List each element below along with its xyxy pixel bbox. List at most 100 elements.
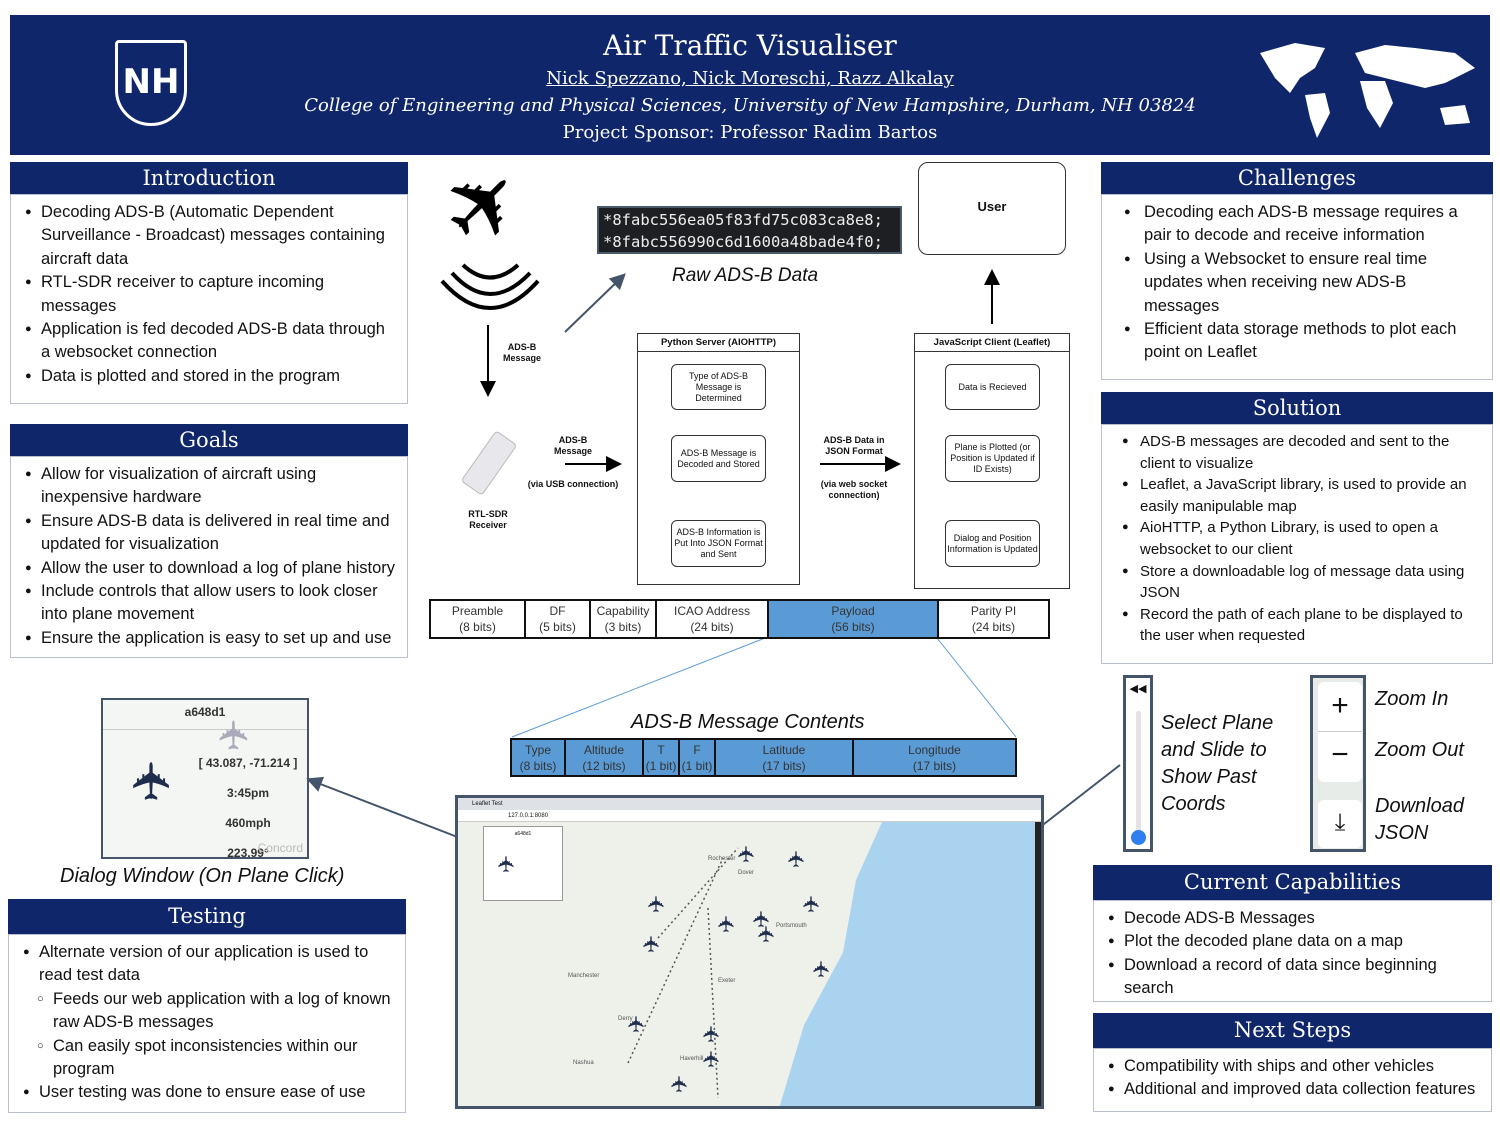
message-contents: Type (8 bits) Altitude (12 bits) T (1 bit) … bbox=[510, 738, 1017, 777]
content-field: F (1 bit) bbox=[680, 740, 716, 775]
frame-field: DF (5 bits) bbox=[526, 601, 591, 637]
content-field: T (1 bit) bbox=[644, 740, 680, 775]
download-json-button[interactable]: ⤓ bbox=[1318, 800, 1362, 848]
bullet: Decoding ADS-B (Automatic Dependent Surv… bbox=[25, 201, 397, 271]
dialog-coords: [ 43.087, -71.214 ] bbox=[198, 756, 298, 770]
bullet: Ensure ADS-B data is delivered in real t… bbox=[25, 510, 397, 557]
raw-caption: Raw ADS-B Data bbox=[672, 265, 819, 286]
user-box: User bbox=[918, 162, 1066, 255]
usb-label: ADS-B Message bbox=[553, 435, 593, 456]
signal-waves-icon bbox=[440, 263, 540, 310]
bullet: AioHTTP, a Python Library, is used to op… bbox=[1122, 517, 1482, 560]
map-label: Haverhill bbox=[680, 1056, 704, 1062]
usb-sub-label: (via USB connection) bbox=[527, 479, 619, 489]
download-caption: Download JSON bbox=[1375, 795, 1464, 844]
server-step: ADS-B Information is Put Into JSON Forma… bbox=[671, 520, 766, 567]
content-field: Type (8 bits) bbox=[512, 740, 566, 775]
frame-field: Capability (3 bits) bbox=[591, 601, 657, 637]
capabilities-body: Decode ADS-B Messages Plot the decoded p… bbox=[1093, 900, 1492, 1002]
server-title: Python Server (AIOHTTP) bbox=[638, 334, 799, 352]
zoom-in-button[interactable]: + bbox=[1318, 682, 1362, 732]
dialog-caption: Dialog Window (On Plane Click) bbox=[60, 865, 345, 887]
sub-bullet: Feeds our web application with a log of … bbox=[23, 988, 395, 1035]
bullet: ADS-B messages are decoded and sent to t… bbox=[1122, 431, 1482, 474]
client-step: Data is Recieved bbox=[945, 364, 1040, 410]
frame-field: ICAO Address (24 bits) bbox=[657, 601, 769, 637]
challenges-header: Challenges bbox=[1101, 162, 1493, 194]
raw-data-block: *8fabc556ea05f83fd75c083ca8e8; *8fabc556… bbox=[597, 206, 902, 254]
bullet: Data is plotted and stored in the progra… bbox=[25, 365, 397, 389]
poster-header: NH Air Traffic Visualiser Nick Spezzano,… bbox=[10, 15, 1490, 155]
adsb-frame: Preamble (8 bits) DF (5 bits) Capability (3… bbox=[429, 599, 1050, 639]
client-step: Dialog and Position Information is Updat… bbox=[945, 520, 1040, 567]
next-steps-body: Compatibility with ships and other vehic… bbox=[1093, 1048, 1492, 1112]
server-step: ADS-B Message is Decoded and Stored bbox=[671, 435, 766, 482]
bullet: Alternate version of our application is … bbox=[23, 941, 395, 988]
slider-handle[interactable] bbox=[1131, 830, 1146, 845]
world-map-icon bbox=[1260, 43, 1475, 138]
rtl-sdr-receiver-image bbox=[460, 430, 518, 496]
map-app-screenshot: Leaflet Test 127.0.0.1:8080 a648d1 ✈ ✈ ✈… bbox=[455, 795, 1044, 1109]
sub-bullet: Can easily spot inconsistencies within o… bbox=[23, 1035, 395, 1082]
map-controls: + − ⤓ bbox=[1310, 675, 1366, 852]
map-label: Concord bbox=[257, 841, 303, 855]
map-label: Dover bbox=[738, 870, 755, 876]
dialog-window-screenshot: a648d1 ✈ ✈ [ 43.087, -71.214 ] 3:45pm 46… bbox=[101, 698, 309, 860]
content-field: Altitude (12 bits) bbox=[566, 740, 644, 775]
bullet: Decode ADS-B Messages bbox=[1108, 907, 1481, 931]
bullet: Using a Websocket to ensure real time up… bbox=[1124, 248, 1482, 318]
rewind-icon[interactable]: ◀◀ bbox=[1126, 682, 1150, 695]
frame-field: Parity PI (24 bits) bbox=[970, 604, 1017, 634]
map-label: Portsmouth bbox=[776, 923, 807, 929]
capabilities-header: Current Capabilities bbox=[1093, 865, 1492, 900]
bullet: User testing was done to ensure ease of … bbox=[23, 1081, 395, 1105]
dialog-speed: 460mph bbox=[225, 816, 271, 830]
bullet: RTL-SDR receiver to capture incoming mes… bbox=[25, 271, 397, 318]
map-label: Nashua bbox=[573, 1060, 594, 1066]
bullet: Download a record of data since beginnin… bbox=[1108, 954, 1481, 1001]
frame-field: Preamble (8 bits) bbox=[431, 601, 526, 637]
testing-header: Testing bbox=[8, 899, 406, 934]
zoom-out-caption: Zoom Out bbox=[1375, 739, 1464, 761]
introduction-body: Decoding ADS-B (Automatic Dependent Surv… bbox=[10, 194, 408, 404]
server-step: Type of ADS-B Message is Determined bbox=[671, 364, 766, 410]
client-step: Plane is Plotted (or Position is Updated… bbox=[945, 435, 1040, 482]
next-steps-header: Next Steps bbox=[1093, 1013, 1492, 1048]
zoom-in-caption: Zoom In bbox=[1375, 688, 1449, 710]
dialog-plane-id: a648d1 bbox=[103, 700, 307, 730]
introduction-header: Introduction bbox=[10, 162, 408, 194]
bullet: Include controls that allow users to loo… bbox=[25, 580, 397, 627]
slider-caption: Select Plane and Slide to Show Past Coor… bbox=[1161, 712, 1274, 815]
bullet: Decoding each ADS-B message requires a p… bbox=[1124, 201, 1482, 248]
history-slider[interactable]: ◀◀ bbox=[1123, 675, 1153, 852]
bullet: Leaflet, a JavaScript library, is used t… bbox=[1122, 474, 1482, 517]
map-label: Derry bbox=[618, 1016, 633, 1022]
adsb-message-label: ADS-B Message bbox=[502, 342, 542, 363]
airplane-icon: ✈ bbox=[420, 142, 547, 270]
map-label: Manchester bbox=[568, 973, 600, 979]
bullet: Efficient data storage methods to plot e… bbox=[1124, 318, 1482, 365]
map-label: Rochester bbox=[708, 856, 736, 862]
unh-logo: NH bbox=[115, 40, 187, 126]
ws-sub-label: (via web socket connection) bbox=[820, 479, 888, 500]
goals-body: Allow for visualization of aircraft usin… bbox=[10, 456, 408, 658]
bullet: Allow for visualization of aircraft usin… bbox=[25, 463, 397, 510]
flight-paths bbox=[627, 847, 739, 1099]
bullet: Record the path of each plane to be disp… bbox=[1122, 604, 1482, 647]
contents-caption: ADS-B Message Contents bbox=[631, 711, 865, 733]
bullet: Plot the decoded plane data on a map bbox=[1108, 930, 1481, 954]
zoom-out-button[interactable]: − bbox=[1318, 732, 1362, 782]
plane-icon: ✈ bbox=[212, 718, 257, 752]
challenges-body: Decoding each ADS-B message requires a p… bbox=[1101, 194, 1493, 380]
dialog-time: 3:45pm bbox=[226, 786, 270, 800]
ws-label: ADS-B Data in JSON Format bbox=[823, 435, 885, 456]
client-title: JavaScript Client (Leaflet) bbox=[915, 334, 1069, 352]
bullet: Ensure the application is easy to set up… bbox=[25, 627, 397, 651]
raw-line: *8fabc556ea05f83fd75c083ca8e8; bbox=[603, 211, 883, 229]
bullet: Store a downloadable log of message data… bbox=[1122, 561, 1482, 604]
solution-body: ADS-B messages are decoded and sent to t… bbox=[1101, 424, 1493, 664]
bullet: Additional and improved data collection … bbox=[1108, 1078, 1481, 1102]
bullet: Compatibility with ships and other vehic… bbox=[1108, 1055, 1481, 1079]
raw-line: *8fabc556990c6d1600a48bade4f0; bbox=[603, 233, 883, 251]
frame-field-payload: Payload (56 bits) bbox=[769, 601, 939, 637]
